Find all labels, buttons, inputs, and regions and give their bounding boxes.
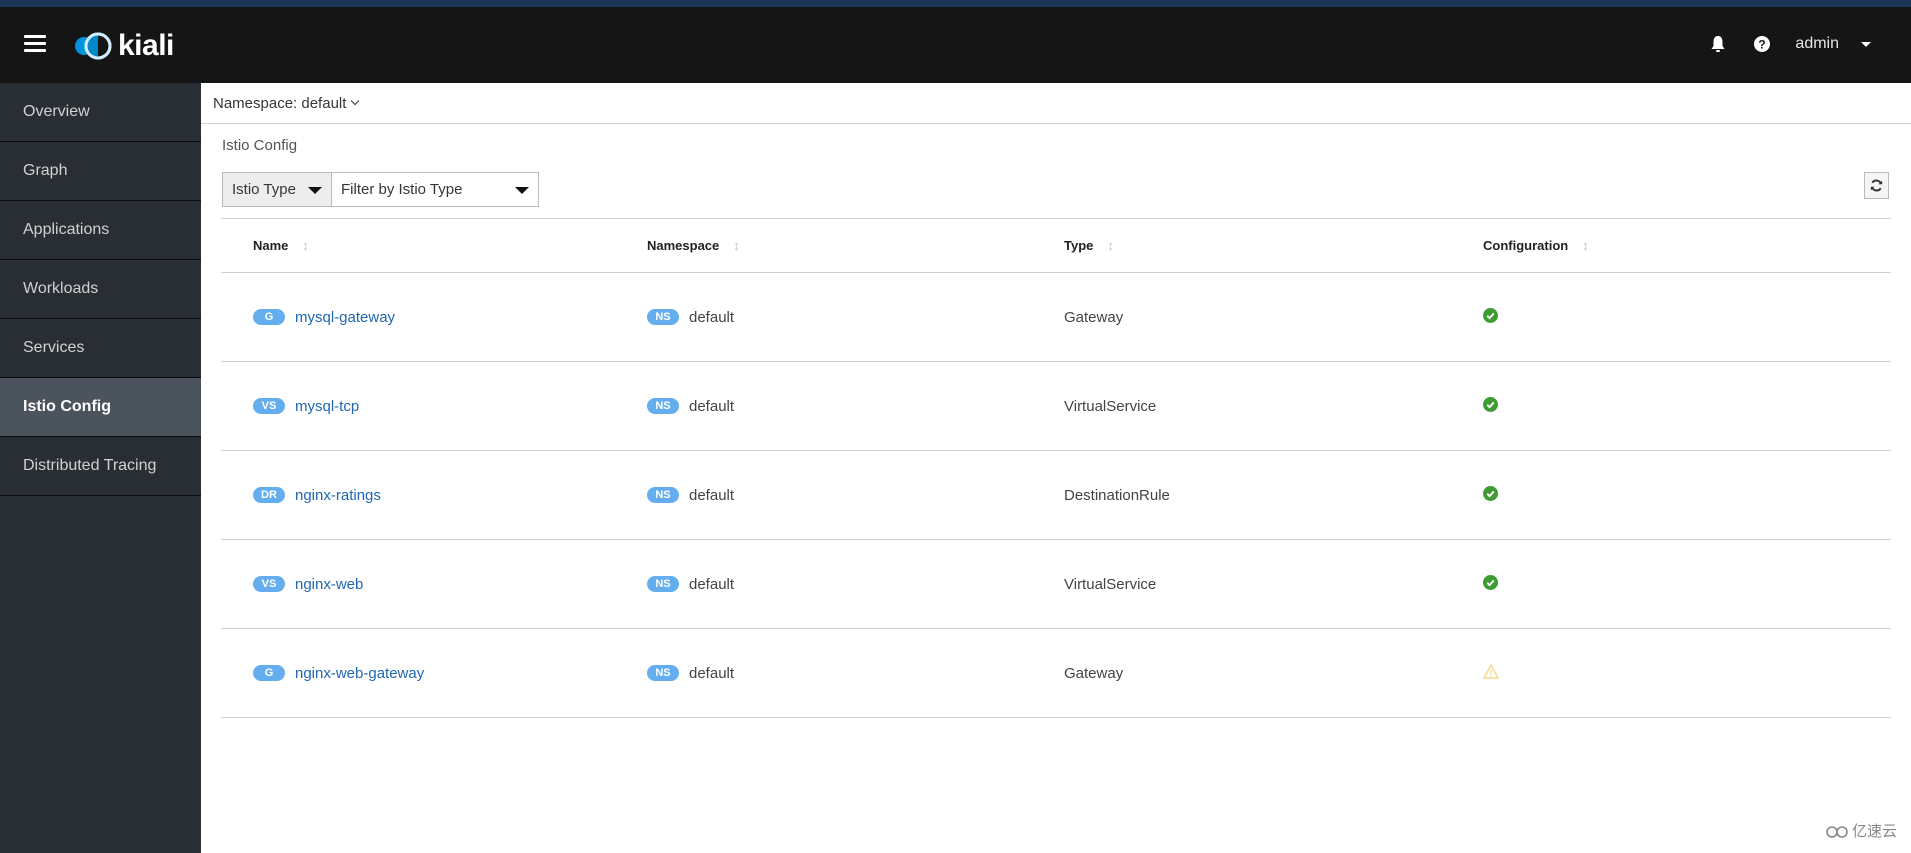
check-circle-icon [1483, 574, 1498, 594]
namespace-selector[interactable]: Namespace: default [201, 83, 1911, 124]
namespace-value: default [689, 486, 735, 504]
sidebar-item-applications[interactable]: Applications [0, 201, 201, 260]
sidebar-item-graph[interactable]: Graph [0, 142, 201, 201]
type-value: Gateway [1064, 664, 1124, 682]
config-name-link[interactable]: mysql-gateway [295, 309, 395, 326]
sidebar-item-label: Applications [23, 221, 110, 238]
main-content: Namespace: default Istio Config Istio Ty… [201, 83, 1911, 853]
filter-placeholder: Filter by Istio Type [341, 181, 463, 198]
chevron-down-icon [351, 96, 360, 106]
sort-icon: ↕ [1107, 238, 1114, 253]
config-name-link[interactable]: nginx-ratings [295, 487, 381, 504]
kiali-logo[interactable]: kiali [70, 29, 174, 63]
column-label: Name [253, 238, 289, 253]
column-label: Configuration [1483, 238, 1569, 253]
istio-config-table: Name ↕ Namespace ↕ Type ↕ Configuration ↕ Gm… [221, 218, 1891, 718]
check-circle-icon [1483, 307, 1498, 327]
username: admin [1795, 35, 1839, 52]
filter-toolbar: Istio Type Filter by Istio Type [222, 172, 539, 207]
namespace-value: default [689, 575, 735, 593]
sidebar-item-istio-config[interactable]: Istio Config [0, 378, 201, 437]
namespace-badge: NS [647, 398, 679, 414]
sidebar-item-distributed-tracing[interactable]: Distributed Tracing [0, 437, 201, 496]
warning-triangle-icon [1482, 663, 1500, 683]
column-header-configuration[interactable]: Configuration ↕ [1458, 238, 1891, 253]
namespace-value: default [689, 664, 735, 682]
svg-text:?: ? [1759, 38, 1766, 52]
kiali-logo-icon [75, 32, 112, 60]
table-row: DR nginx-ratings NS default DestinationRul… [221, 451, 1891, 540]
column-label: Namespace [647, 238, 720, 253]
namespace-badge: NS [647, 309, 679, 325]
masthead: kiali ? admin [0, 7, 1911, 83]
type-badge: DR [253, 487, 285, 503]
hamburger-icon[interactable] [24, 35, 46, 53]
caret-down-icon [308, 187, 322, 194]
type-value: VirtualService [1064, 575, 1157, 593]
sidebar-item-overview[interactable]: Overview [0, 83, 201, 142]
namespace-badge: NS [647, 487, 679, 503]
table-row: Gnginx-web-gateway NS default Gateway [221, 629, 1891, 718]
sidebar-item-label: Services [23, 339, 85, 356]
sidebar-item-label: Istio Config [23, 398, 111, 415]
filter-value-select[interactable]: Filter by Istio Type [332, 173, 538, 206]
sidebar-item-label: Graph [23, 162, 68, 179]
table-header: Name ↕ Namespace ↕ Type ↕ Configuration ↕ [221, 218, 1891, 273]
question-circle-icon[interactable]: ? [1751, 33, 1773, 55]
sidebar-item-label: Workloads [23, 280, 99, 297]
sidebar-item-label: Distributed Tracing [23, 457, 157, 474]
watermark: 亿速云 [1825, 820, 1897, 841]
brand-name: kiali [118, 29, 174, 62]
column-header-namespace[interactable]: Namespace ↕ [622, 238, 1039, 253]
filter-type-dropdown[interactable]: Istio Type [223, 173, 332, 206]
check-circle-icon [1483, 396, 1498, 416]
sidebar-nav: Overview Graph Applications Workloads Se… [0, 83, 201, 853]
config-name-link[interactable]: nginx-web [295, 576, 363, 593]
check-circle-icon [1483, 485, 1498, 505]
sort-icon: ↕ [1582, 238, 1589, 253]
caret-down-icon [1861, 41, 1871, 47]
column-header-type[interactable]: Type ↕ [1039, 238, 1458, 253]
namespace-badge: NS [647, 665, 679, 681]
column-label: Type [1064, 238, 1094, 253]
type-badge: G [253, 309, 285, 325]
type-badge: G [253, 665, 285, 681]
cloud-logo-icon [1826, 825, 1848, 838]
page-title: Istio Config [222, 137, 298, 154]
caret-down-icon [515, 187, 529, 194]
sort-icon: ↕ [302, 238, 309, 253]
sidebar-item-services[interactable]: Services [0, 319, 201, 378]
table-row: VS nginx-web NS default VirtualService [221, 540, 1891, 629]
type-value: Gateway [1064, 308, 1124, 326]
table-row: VS mysql-tcp NS default VirtualService [221, 362, 1891, 451]
column-header-name[interactable]: Name ↕ [221, 238, 622, 253]
namespace-value: default [689, 308, 735, 326]
namespace-selector-label: Namespace: default [213, 94, 347, 112]
refresh-icon [1870, 179, 1883, 192]
top-accent-strip [0, 0, 1911, 7]
filter-type-label: Istio Type [232, 181, 296, 198]
sidebar-item-workloads[interactable]: Workloads [0, 260, 201, 319]
watermark-text: 亿速云 [1851, 823, 1897, 840]
user-menu[interactable]: admin [1795, 35, 1871, 53]
namespace-badge: NS [647, 576, 679, 592]
namespace-value: default [689, 397, 735, 415]
refresh-button[interactable] [1864, 172, 1889, 199]
config-name-link[interactable]: nginx-web-gateway [295, 665, 424, 682]
table-row: Gmysql-gateway NS default Gateway [221, 273, 1891, 362]
type-value: VirtualService [1064, 397, 1157, 415]
type-badge: VS [253, 398, 285, 414]
sort-icon: ↕ [733, 238, 740, 253]
type-value: DestinationRule [1064, 486, 1170, 504]
bell-icon[interactable] [1707, 33, 1729, 55]
sidebar-item-label: Overview [23, 103, 90, 120]
config-name-link[interactable]: mysql-tcp [295, 398, 359, 415]
type-badge: VS [253, 576, 285, 592]
